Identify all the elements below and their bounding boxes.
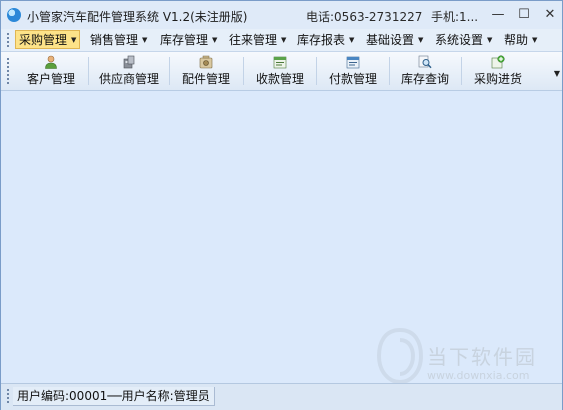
- receipt-icon: [273, 56, 287, 69]
- watermark-url: www.downxia.com: [427, 369, 530, 382]
- menu-system-settings[interactable]: 系统设置 ▼: [432, 31, 495, 48]
- menu-help[interactable]: 帮助 ▼: [501, 31, 540, 48]
- menu-basic-settings[interactable]: 基础设置 ▼: [363, 31, 426, 48]
- supplier-management-label: 供应商管理: [98, 72, 159, 86]
- inventory-search-button[interactable]: 库存查询: [390, 53, 460, 89]
- customer-management-label: 客户管理: [26, 72, 75, 86]
- menu-sales[interactable]: 销售管理 ▼: [87, 31, 150, 48]
- status-bar: 用户编码:00001──用户名称:管理员: [1, 383, 562, 410]
- purchase-stock-in-label: 采购进货: [473, 72, 522, 86]
- watermark-name: 当下软件园: [427, 345, 537, 369]
- menu-stock-reports[interactable]: 库存报表 ▼: [294, 31, 357, 48]
- menu-inventory-label: 库存管理: [160, 33, 209, 47]
- chevron-down-icon: ▼: [212, 35, 218, 44]
- maximize-button[interactable]: ☐: [513, 5, 535, 23]
- payment-management-label: 付款管理: [328, 72, 377, 86]
- menu-stock-reports-label: 库存报表: [297, 33, 346, 47]
- window-title: 小管家汽车配件管理系统 V1.2(未注册版): [27, 10, 248, 24]
- menu-accounts-label: 往来管理: [229, 33, 278, 47]
- customer-icon: [45, 55, 57, 69]
- inventory-search-label: 库存查询: [400, 72, 449, 86]
- payment-icon: [346, 56, 360, 69]
- mobile-info: 手机:1...: [431, 10, 479, 24]
- chevron-down-icon: ▼: [487, 35, 493, 44]
- menu-purchase-label: 采购管理: [19, 33, 68, 47]
- phone-info: 电话:0563-2731227: [306, 10, 423, 24]
- supplier-icon: [123, 55, 135, 69]
- purchase-stock-in-button[interactable]: 采购进货: [462, 53, 534, 89]
- toolbar: 客户管理 供应商管理 配件管理 收款管理 付款管理 库存查询 采购进货 ▼: [1, 52, 562, 91]
- chevron-down-icon: ▼: [418, 35, 424, 44]
- menu-sales-label: 销售管理: [90, 33, 139, 47]
- chevron-down-icon: ▼: [349, 35, 355, 44]
- minimize-button[interactable]: —: [487, 5, 509, 23]
- inventory-search-icon: [418, 55, 432, 69]
- menu-help-label: 帮助: [504, 33, 529, 47]
- workspace-area: [1, 91, 562, 383]
- menu-accounts[interactable]: 往来管理 ▼: [226, 31, 289, 48]
- toolbar-overflow-button[interactable]: ▼: [554, 69, 560, 78]
- parts-icon: [199, 55, 213, 69]
- menu-grip-handle[interactable]: [7, 33, 11, 47]
- chevron-down-icon: ▼: [532, 35, 538, 44]
- app-logo-icon[interactable]: [7, 8, 21, 22]
- user-status: 用户编码:00001──用户名称:管理员: [13, 387, 215, 406]
- title-bar[interactable]: 小管家汽车配件管理系统 V1.2(未注册版) 电话:0563-2731227 手…: [1, 1, 562, 29]
- menu-system-settings-label: 系统设置: [435, 33, 484, 47]
- menu-bar: 采购管理 ▼ 销售管理 ▼ 库存管理 ▼ 往来管理 ▼ 库存报表 ▼ 基础设置 ▼ 系统设置…: [1, 29, 562, 52]
- purchase-icon: [491, 55, 505, 69]
- chevron-down-icon: ▼: [281, 35, 287, 44]
- close-button[interactable]: ✕: [539, 5, 561, 23]
- status-grip-handle: [7, 389, 11, 403]
- receipt-management-label: 收款管理: [255, 72, 304, 86]
- payment-management-button[interactable]: 付款管理: [317, 53, 389, 89]
- parts-management-label: 配件管理: [181, 72, 230, 86]
- toolbar-grip-handle[interactable]: [7, 58, 11, 84]
- chevron-down-icon: ▼: [71, 35, 77, 44]
- menu-inventory[interactable]: 库存管理 ▼: [157, 31, 220, 48]
- receipt-management-button[interactable]: 收款管理: [244, 53, 316, 89]
- parts-management-button[interactable]: 配件管理: [170, 53, 242, 89]
- menu-purchase[interactable]: 采购管理 ▼: [15, 30, 81, 49]
- customer-management-button[interactable]: 客户管理: [15, 53, 87, 89]
- supplier-management-button[interactable]: 供应商管理: [89, 53, 169, 89]
- app-window: 小管家汽车配件管理系统 V1.2(未注册版) 电话:0563-2731227 手…: [0, 0, 563, 410]
- watermark-logo-icon: [377, 328, 423, 384]
- menu-basic-settings-label: 基础设置: [366, 33, 415, 47]
- chevron-down-icon: ▼: [142, 35, 148, 44]
